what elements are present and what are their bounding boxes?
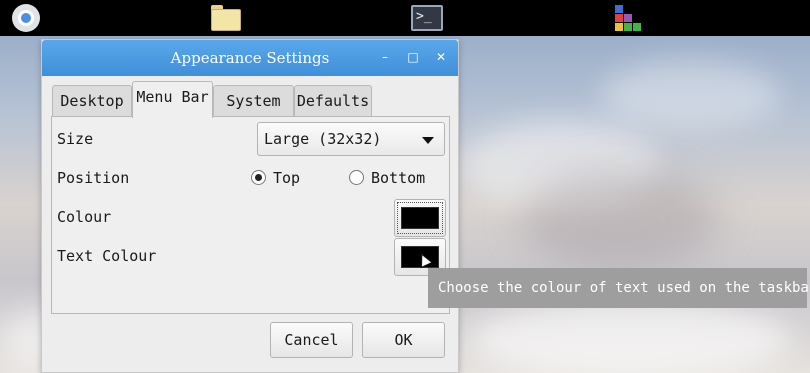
position-bottom-label: Bottom xyxy=(371,169,426,187)
tab-defaults[interactable]: Defaults xyxy=(294,85,372,117)
chevron-down-icon xyxy=(422,137,434,144)
background-cloud xyxy=(520,170,720,270)
size-dropdown-value: Large (32x32) xyxy=(264,130,382,148)
chrome-icon xyxy=(12,4,40,32)
colour-swatch xyxy=(401,207,439,229)
cancel-button[interactable]: Cancel xyxy=(270,322,353,358)
maximize-button[interactable]: □ xyxy=(404,48,422,66)
background-cloud xyxy=(470,300,790,373)
colour-label: Colour xyxy=(57,208,112,226)
colour-picker-button[interactable] xyxy=(394,199,446,237)
size-dropdown[interactable]: Large (32x32) xyxy=(257,122,445,156)
menu-bar-panel: Size Large (32x32) Position Top Bottom C… xyxy=(51,116,450,314)
dialog-titlebar[interactable]: Appearance Settings – □ ✕ xyxy=(42,40,458,76)
tab-system[interactable]: System xyxy=(213,85,294,117)
folder-icon xyxy=(210,5,242,31)
close-button[interactable]: ✕ xyxy=(432,48,450,66)
size-label: Size xyxy=(57,130,94,148)
file-manager-launcher[interactable] xyxy=(210,2,242,34)
taskbar: >_ xyxy=(0,0,810,36)
tab-desktop[interactable]: Desktop xyxy=(52,85,132,117)
dialog-title: Appearance Settings xyxy=(170,49,330,67)
paint-palette-icon xyxy=(613,3,643,33)
position-label: Position xyxy=(57,169,130,187)
chrome-launcher[interactable] xyxy=(10,2,42,34)
terminal-icon: >_ xyxy=(411,5,443,31)
minimize-button[interactable]: – xyxy=(376,48,394,66)
tooltip: Choose the colour of text used on the ta… xyxy=(428,268,810,308)
radio-unchecked-icon xyxy=(349,170,364,185)
appearance-settings-dialog: Appearance Settings – □ ✕ Desktop Menu B… xyxy=(41,39,459,373)
terminal-launcher[interactable]: >_ xyxy=(411,2,443,34)
tab-menu-bar[interactable]: Menu Bar xyxy=(132,81,213,118)
ok-button[interactable]: OK xyxy=(362,322,445,358)
text-colour-label: Text Colour xyxy=(57,247,157,265)
background-cloud xyxy=(600,60,780,130)
position-top-label: Top xyxy=(273,169,301,187)
appearance-launcher[interactable] xyxy=(612,2,644,34)
radio-checked-icon xyxy=(251,170,266,185)
